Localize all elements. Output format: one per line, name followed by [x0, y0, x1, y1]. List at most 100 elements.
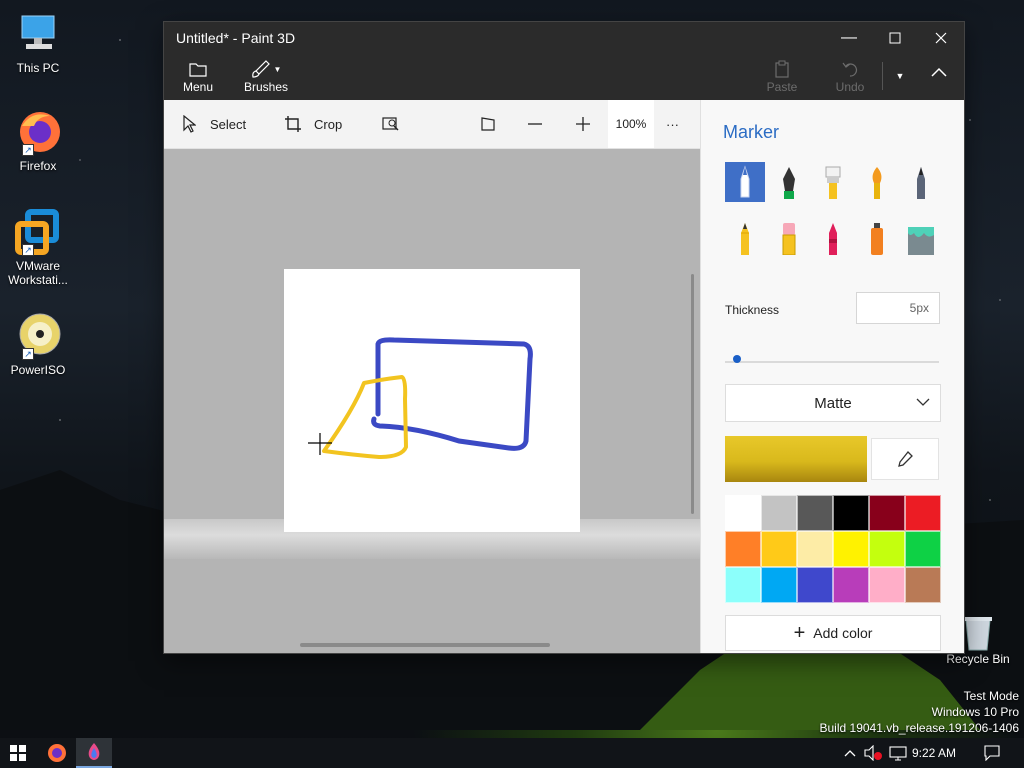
notification-icon: [984, 745, 1000, 761]
desktop-icon-label: PowerISO: [10, 363, 66, 377]
crop-tool-button[interactable]: Crop: [282, 100, 342, 148]
collapse-ribbon-button[interactable]: [926, 66, 952, 80]
palette-swatch[interactable]: [761, 567, 797, 603]
palette-swatch[interactable]: [869, 531, 905, 567]
paste-button[interactable]: Paste: [764, 58, 800, 94]
pencil-icon: [741, 223, 749, 255]
add-color-button[interactable]: + Add color: [725, 615, 941, 651]
brush-oil[interactable]: [813, 162, 853, 202]
select-tool-button[interactable]: Select: [178, 100, 246, 148]
taskbar-firefox[interactable]: [38, 738, 76, 768]
test-mode-watermark: Test Mode Windows 10 Pro Build 19041.vb_…: [819, 689, 1020, 735]
brush-watercolor[interactable]: [857, 162, 897, 202]
fill-bucket-icon: [908, 227, 934, 255]
brush-spray-can[interactable]: [857, 218, 897, 258]
action-center-button[interactable]: [980, 738, 1004, 768]
canvas-toolbar: Select Crop 100% ···: [164, 100, 700, 149]
finish-dropdown[interactable]: Matte: [725, 384, 941, 422]
chevron-down-icon: ▼: [273, 64, 282, 74]
more-options-button[interactable]: ···: [666, 100, 679, 148]
palette-swatch[interactable]: [833, 495, 869, 531]
spray-can-icon: [871, 223, 883, 255]
network-button[interactable]: [886, 738, 910, 768]
minimize-icon: —: [841, 29, 857, 46]
desktop-icon-vmware[interactable]: ↗ VMware Workstati...: [3, 208, 73, 287]
taskbar-clock[interactable]: 9:22 AM: [912, 746, 956, 760]
brush-crayon[interactable]: [813, 218, 853, 258]
palette-swatch[interactable]: [797, 567, 833, 603]
canvas-workspace[interactable]: [164, 149, 700, 653]
vmware-icon: ↗: [14, 208, 62, 256]
palette-swatch[interactable]: [833, 567, 869, 603]
title-bar[interactable]: Untitled* - Paint 3D —: [164, 22, 964, 54]
brush-pencil[interactable]: [725, 218, 765, 258]
palette-swatch[interactable]: [761, 495, 797, 531]
palette-swatch[interactable]: [833, 531, 869, 567]
maximize-button[interactable]: [872, 22, 918, 54]
eyedropper-button[interactable]: [871, 438, 939, 480]
zoom-in-button[interactable]: [572, 100, 604, 148]
desktop-icon-poweriso[interactable]: ↗ PowerISO: [3, 312, 73, 377]
crayon-icon: [829, 223, 837, 255]
crop-icon: [285, 116, 301, 132]
pixel-pen-icon: [917, 167, 925, 199]
palette-swatch[interactable]: [761, 531, 797, 567]
brush-side-panel: Marker Thickness 5px Matte + Add color: [700, 100, 964, 653]
paint3d-icon: [88, 743, 100, 760]
drawing-canvas[interactable]: [284, 269, 580, 532]
chevron-up-icon: [931, 67, 947, 77]
desktop-icon-label: Firefox: [19, 159, 57, 173]
palette-swatch[interactable]: [869, 567, 905, 603]
vertical-scrollbar[interactable]: [691, 274, 694, 514]
zoom-level-input[interactable]: 100%: [608, 100, 654, 148]
menu-button[interactable]: Menu: [178, 58, 218, 94]
view-3d-button[interactable]: [478, 100, 510, 148]
volume-button[interactable]: [862, 738, 884, 768]
brush-fill[interactable]: [901, 218, 941, 258]
shortcut-arrow-icon: ↗: [22, 348, 34, 360]
desktop-icon-label: VMware Workstati...: [8, 259, 68, 287]
undo-button[interactable]: Undo: [832, 58, 868, 94]
history-dropdown-button[interactable]: ▼: [890, 68, 910, 82]
close-icon: [935, 32, 947, 44]
palette-swatch[interactable]: [725, 567, 761, 603]
plus-icon: [576, 117, 590, 131]
close-button[interactable]: [918, 22, 964, 54]
desktop-icon-label: Recycle Bin: [946, 652, 1010, 666]
disc-icon: ↗: [14, 312, 62, 360]
palette-swatch[interactable]: [905, 567, 941, 603]
taskbar-paint3d[interactable]: [76, 738, 112, 768]
palette-swatch[interactable]: [869, 495, 905, 531]
oil-brush-icon: [825, 166, 841, 199]
palette-swatch[interactable]: [797, 531, 833, 567]
zoom-out-button[interactable]: [524, 100, 556, 148]
ribbon: Menu ▼ Brushes Paste Undo ▼: [164, 54, 964, 100]
minus-icon: [528, 123, 542, 125]
palette-swatch[interactable]: [725, 495, 761, 531]
chevron-up-icon: [844, 750, 856, 757]
palette-swatch[interactable]: [797, 495, 833, 531]
paint3d-window: Untitled* - Paint 3D — Menu ▼ Brushes Pa…: [164, 22, 964, 653]
horizontal-scrollbar[interactable]: [300, 643, 550, 647]
show-hidden-icons-button[interactable]: [840, 738, 860, 768]
desktop-icon-this-pc[interactable]: This PC: [3, 10, 73, 75]
palette-swatch[interactable]: [905, 531, 941, 567]
thickness-slider-thumb[interactable]: [733, 355, 741, 363]
magic-select-button[interactable]: [380, 100, 412, 148]
brush-eraser[interactable]: [769, 218, 809, 258]
brush-pixel-pen[interactable]: [901, 162, 941, 202]
thickness-input[interactable]: 5px: [856, 292, 940, 324]
brushes-button[interactable]: ▼ Brushes: [242, 58, 290, 94]
start-button[interactable]: [0, 738, 36, 768]
brush-marker[interactable]: [725, 162, 765, 202]
current-color-swatch[interactable]: [725, 436, 867, 482]
palette-swatch[interactable]: [905, 495, 941, 531]
eraser-icon: [782, 223, 796, 255]
volume-muted-icon: [864, 745, 882, 761]
minimize-button[interactable]: —: [826, 22, 872, 54]
brush-icon: [251, 60, 270, 78]
thickness-slider[interactable]: [725, 361, 939, 363]
brush-calligraphy-pen[interactable]: [769, 162, 809, 202]
palette-swatch[interactable]: [725, 531, 761, 567]
desktop-icon-firefox[interactable]: ↗ Firefox: [3, 108, 73, 173]
